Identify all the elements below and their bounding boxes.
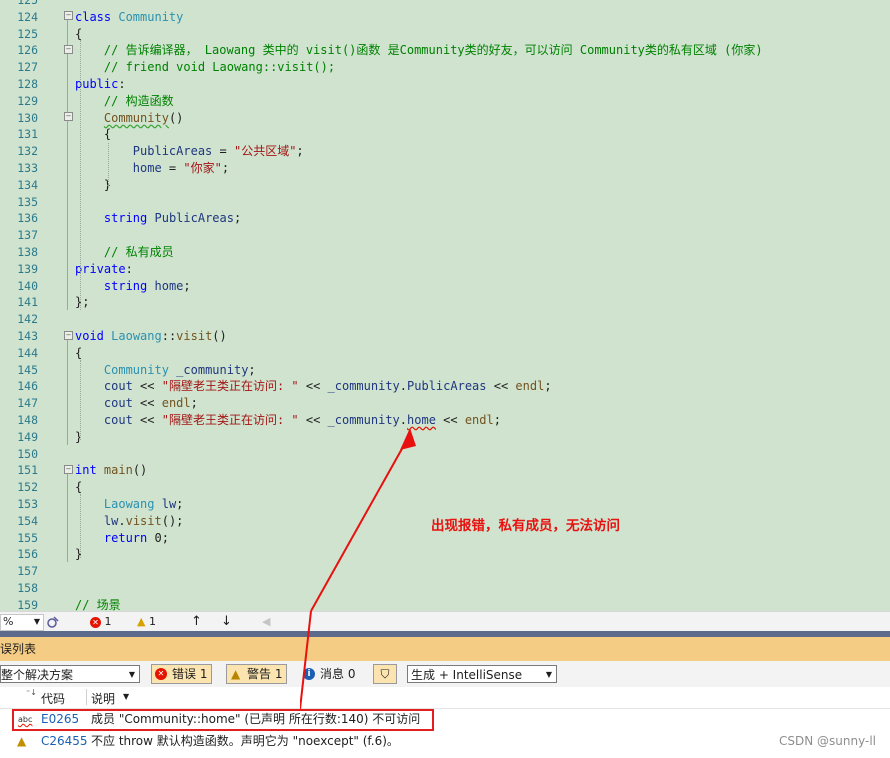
arrow-up-icon[interactable]: ↑: [191, 615, 202, 629]
editor-status-bar: % ▼ ✕ 1 ▲ 1 ↑ ↓ ◀: [0, 611, 890, 632]
warning-code-link[interactable]: C26455: [41, 731, 88, 752]
column-desc-header[interactable]: 说明: [91, 690, 115, 707]
error-list-title-bar: 误列表: [0, 637, 890, 661]
filter-icon[interactable]: ⛉: [373, 664, 397, 684]
messages-filter-label: 消息 0: [320, 667, 356, 681]
errors-filter-button[interactable]: ✕ 错误 1: [151, 664, 213, 684]
column-code-header[interactable]: 代码: [41, 690, 65, 707]
warning-icon: ▲: [137, 615, 146, 628]
chevron-down-icon: ▼: [128, 670, 135, 679]
build-filter-select[interactable]: 生成 + IntelliSense ▼: [407, 665, 557, 683]
code-editor[interactable]: 125 124 125 126 127 128 129 130 131 132 133 134 135 1…: [0, 0, 890, 611]
error-count: 1: [104, 615, 112, 628]
warning-row[interactable]: ▲ C26455 不应 throw 默认构造函数。声明它为 "noexcept"…: [0, 731, 890, 752]
error-list-toolbar: 整个解决方案 ▼ ✕ 错误 1 ▲ 警告 1 i 消息 0 ⛉ 生成 + Int…: [0, 661, 890, 687]
scroll-left-icon[interactable]: ◀: [262, 615, 270, 629]
chevron-down-icon[interactable]: ▼: [123, 692, 129, 701]
panel-title: 误列表: [0, 642, 37, 656]
warning-count-indicator[interactable]: ▲ 1: [137, 615, 156, 629]
column-divider: [86, 689, 87, 705]
build-filter-value: 生成 + IntelliSense: [411, 668, 523, 682]
error-count-indicator[interactable]: ✕ 1: [90, 615, 112, 629]
warning-count: 1: [148, 615, 156, 628]
annotation-arrow: [310, 428, 416, 611]
scope-value: 整个解决方案: [1, 668, 74, 682]
watermark: CSDN @sunny-ll: [779, 734, 876, 748]
error-icon: ✕: [90, 616, 101, 628]
arrow-down-icon[interactable]: ↓: [221, 615, 232, 629]
scope-select[interactable]: 整个解决方案 ▼: [0, 665, 140, 683]
zoom-select[interactable]: % ▼: [0, 614, 44, 631]
warning-icon: ▲: [17, 734, 27, 748]
annotation-arrow-tail: [300, 611, 312, 710]
error-icon: ✕: [155, 668, 167, 680]
intellicode-icon[interactable]: [46, 615, 60, 629]
zoom-value: %: [3, 615, 14, 628]
warning-description: 不应 throw 默认构造函数。声明它为 "noexcept" (f.6)。: [91, 734, 399, 748]
warnings-filter-button[interactable]: ▲ 警告 1: [226, 664, 288, 684]
highlight-box: [12, 709, 434, 731]
error-list-header: ⁼↓ 代码 说明 ▼: [0, 687, 890, 709]
warnings-filter-label: 警告 1: [247, 667, 283, 681]
errors-filter-label: 错误 1: [172, 667, 208, 681]
sort-icon: ⁼↓: [26, 688, 37, 697]
chevron-down-icon: ▼: [545, 670, 552, 679]
chevron-down-icon: ▼: [33, 617, 40, 626]
warning-icon: ▲: [231, 667, 241, 681]
